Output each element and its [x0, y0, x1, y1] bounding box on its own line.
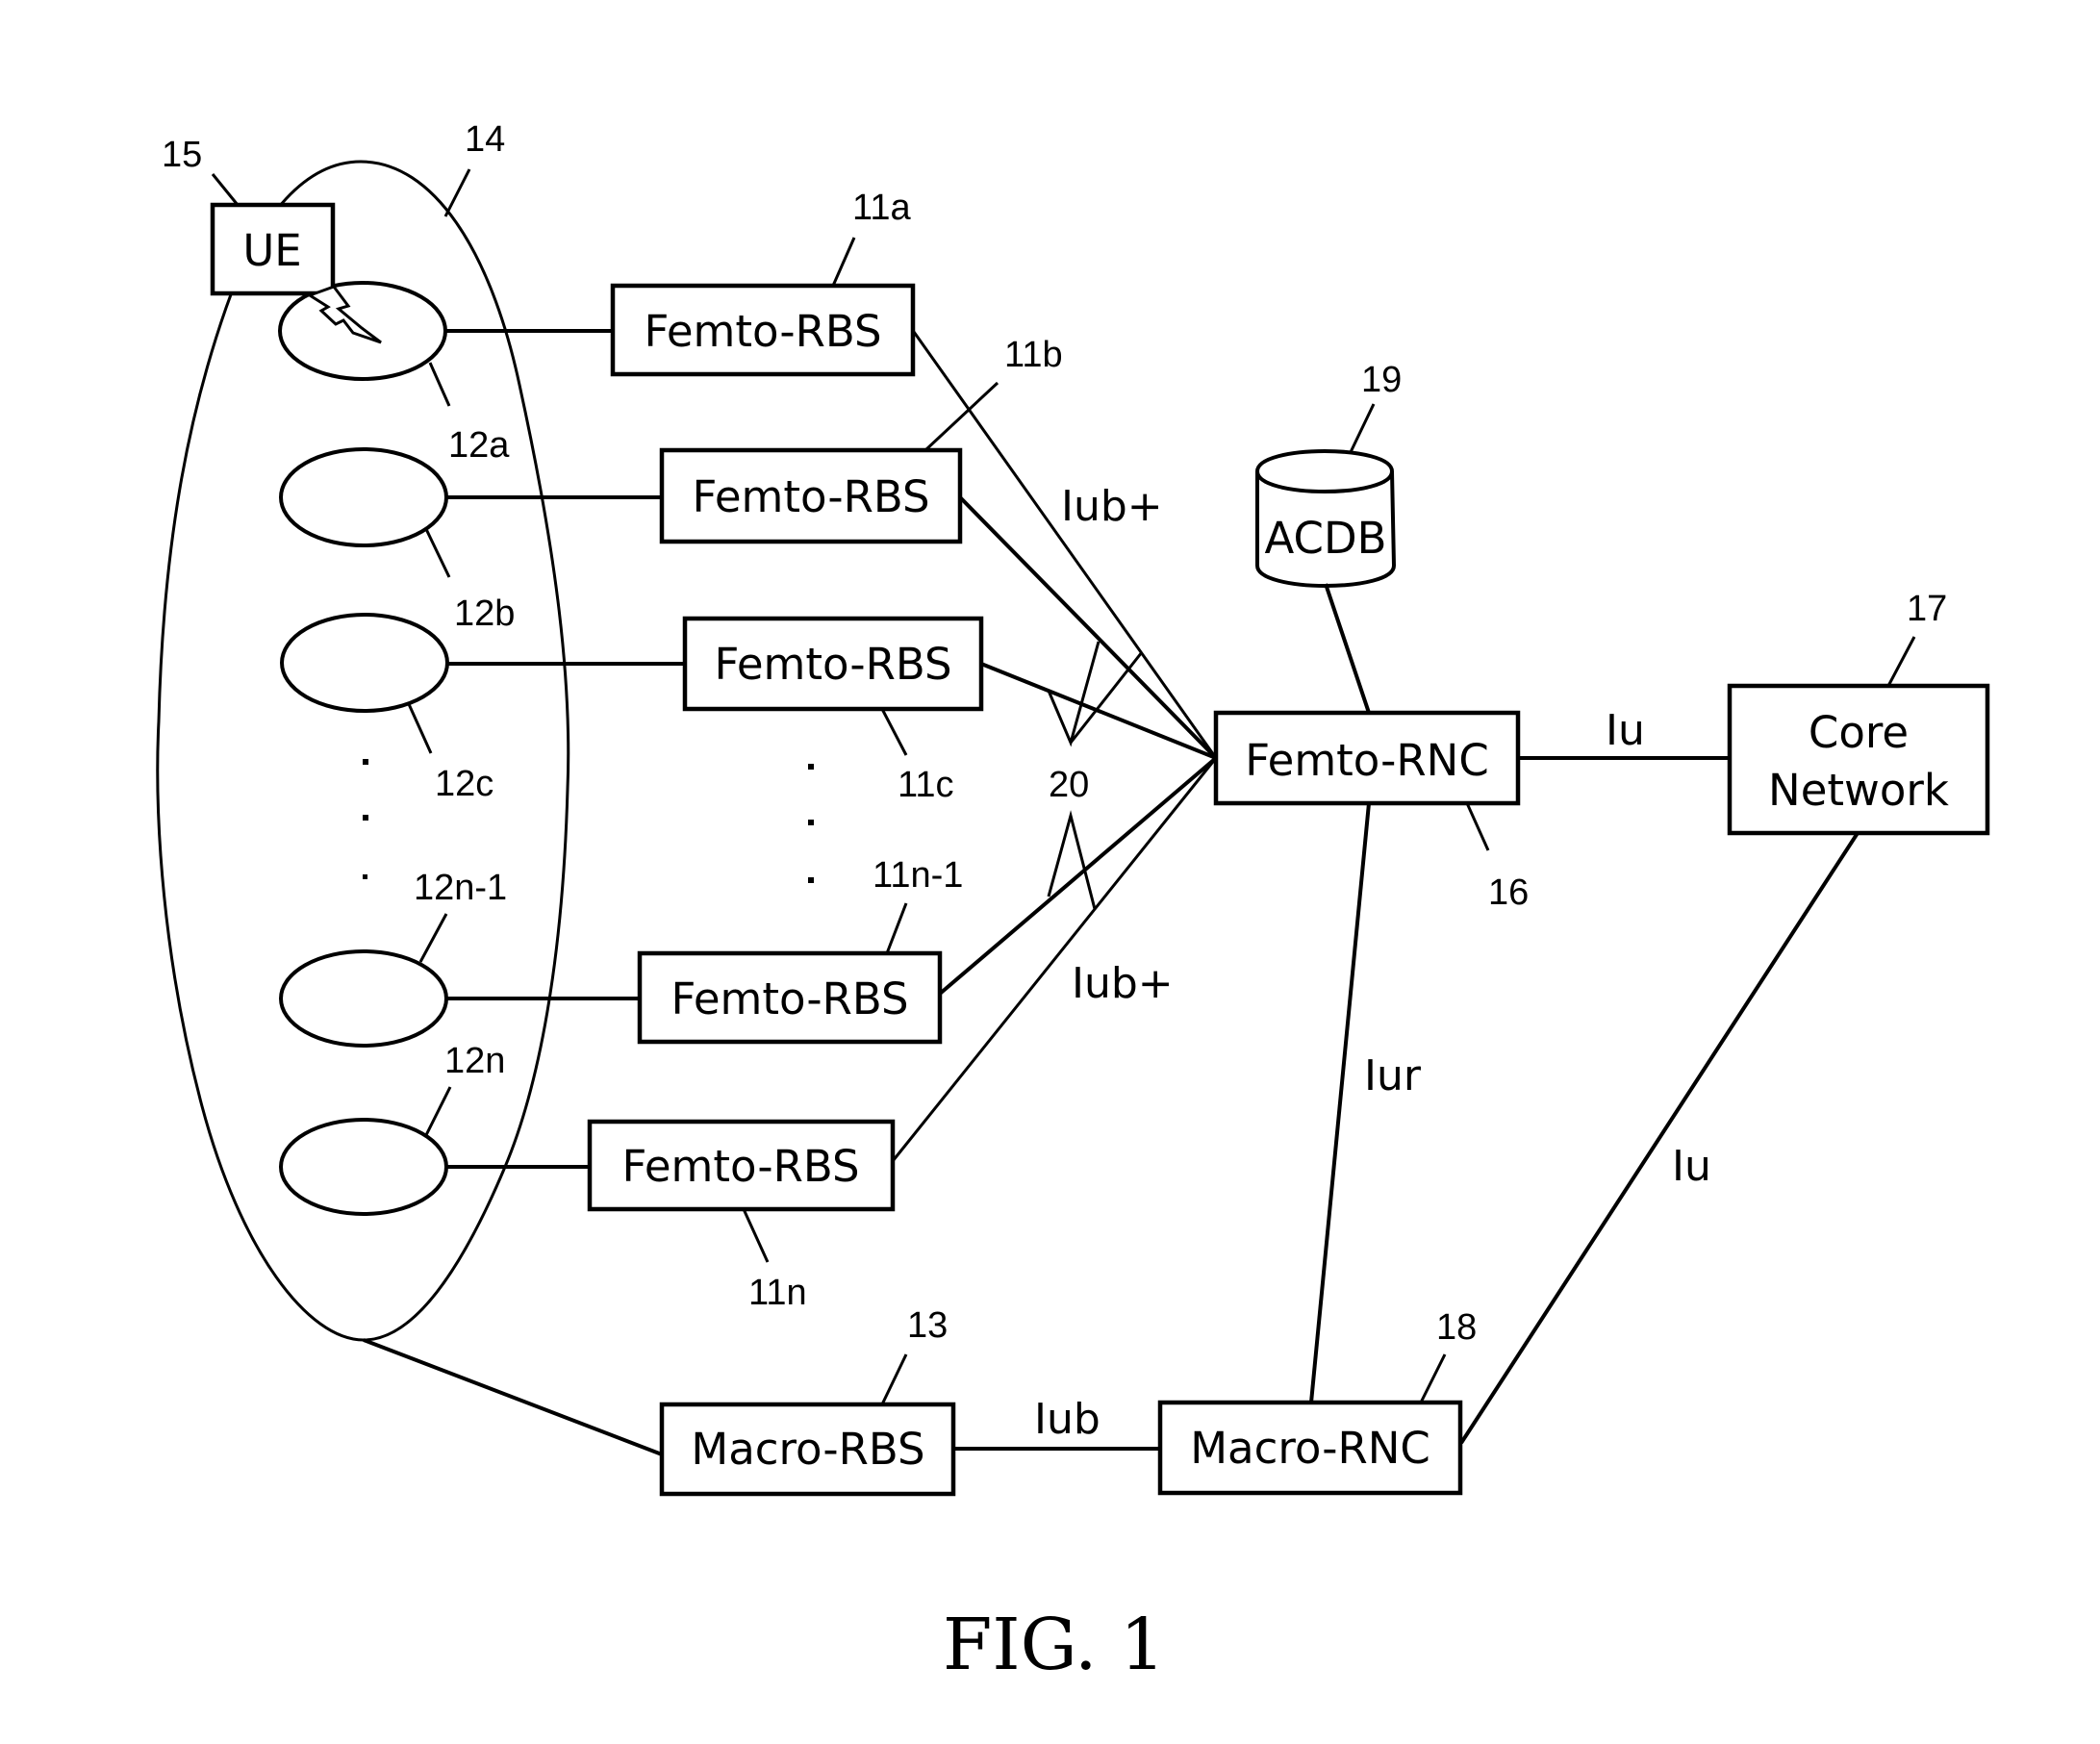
leader-12c — [407, 703, 433, 754]
iu-label-femto-core: Iu — [1606, 706, 1645, 755]
ref-15: 15 — [162, 135, 202, 175]
acdb-label: ACDB — [1265, 513, 1387, 564]
network-diagram: UE Femto-RBS Femto-RBS Femto-RBS Femto-R… — [156, 119, 1990, 1686]
leader-17 — [1886, 636, 1916, 687]
leader-11a — [831, 237, 856, 287]
iub-label-macro: Iub — [1034, 1395, 1101, 1444]
ref-12c: 12c — [435, 764, 493, 804]
core-network-label-line1: Core — [1809, 707, 1909, 758]
femto-cell-12n-1 — [279, 949, 448, 1048]
ref-20: 20 — [1049, 765, 1089, 805]
ref-11n: 11n — [748, 1273, 807, 1313]
femto-cell-12c — [280, 613, 449, 713]
acdb-top-rim — [1255, 470, 1394, 493]
ref-12n: 12n — [444, 1041, 505, 1081]
leader-15 — [211, 173, 240, 206]
ref-17: 17 — [1907, 589, 1947, 629]
femto-rnc-label: Femto-RNC — [1245, 735, 1489, 786]
ref-20-upper-leader-arm — [1069, 651, 1144, 744]
iub-plus-link-11c — [980, 662, 1217, 760]
ref-12a: 12a — [448, 425, 510, 466]
leader-12a — [428, 362, 451, 407]
leader-18 — [1419, 1353, 1447, 1403]
leader-12n — [424, 1086, 452, 1136]
iur-label: Iur — [1364, 1051, 1422, 1100]
link-acdb-femto-rnc — [1324, 583, 1371, 714]
cell-continuation-icon — [363, 759, 368, 879]
ref-12n-1: 12n-1 — [414, 868, 507, 908]
femto-rbs-11n-1-label: Femto-RBS — [670, 973, 908, 1024]
leader-11n-1 — [885, 902, 908, 954]
femto-cell-12n — [279, 1118, 448, 1216]
femto-rbs-11b-label: Femto-RBS — [692, 471, 929, 522]
leader-12n-1 — [418, 913, 448, 963]
ref-13: 13 — [907, 1305, 948, 1346]
figure-caption: FIG. 1 — [943, 1604, 1165, 1686]
iub-plus-label-lower: Iub+ — [1072, 959, 1174, 1008]
ref-12b: 12b — [454, 594, 515, 634]
leader-19 — [1349, 403, 1376, 453]
ue-label: UE — [242, 225, 301, 276]
iur-link — [1309, 802, 1371, 1403]
ref-11n-1: 11n-1 — [873, 855, 963, 896]
ref-16: 16 — [1488, 872, 1529, 913]
leader-16 — [1465, 802, 1490, 851]
ref-11c: 11c — [898, 765, 953, 805]
femto-cell-12b — [279, 447, 448, 547]
femto-rbs-11a-label: Femto-RBS — [644, 306, 881, 357]
link-coverage-macro-rbs — [363, 1338, 663, 1456]
ref-18: 18 — [1436, 1307, 1477, 1348]
ref-11b: 11b — [1004, 335, 1063, 375]
macro-rbs-label: Macro-RBS — [691, 1424, 924, 1475]
iub-plus-label-upper: Iub+ — [1061, 482, 1163, 531]
leader-11n — [742, 1208, 770, 1263]
ref-14: 14 — [465, 119, 505, 160]
macro-rnc-label: Macro-RNC — [1190, 1423, 1430, 1474]
ref-11a: 11a — [852, 188, 911, 228]
leader-11c — [880, 708, 908, 756]
rbs-continuation-icon — [808, 764, 814, 883]
leader-13 — [880, 1353, 908, 1405]
leader-11b — [923, 381, 999, 452]
ref-19: 19 — [1361, 360, 1402, 400]
femto-rbs-11c-label: Femto-RBS — [714, 639, 951, 690]
femto-rbs-11n-label: Femto-RBS — [621, 1141, 859, 1192]
leader-12b — [424, 528, 451, 578]
leader-14 — [443, 168, 471, 217]
iu-label-macro-core: Iu — [1672, 1142, 1711, 1191]
iu-link-macro-rnc-core — [1459, 831, 1860, 1445]
coverage-area-14 — [156, 160, 570, 1342]
core-network-label-line2: Network — [1768, 765, 1949, 816]
lightning-bolt-icon — [306, 285, 382, 344]
